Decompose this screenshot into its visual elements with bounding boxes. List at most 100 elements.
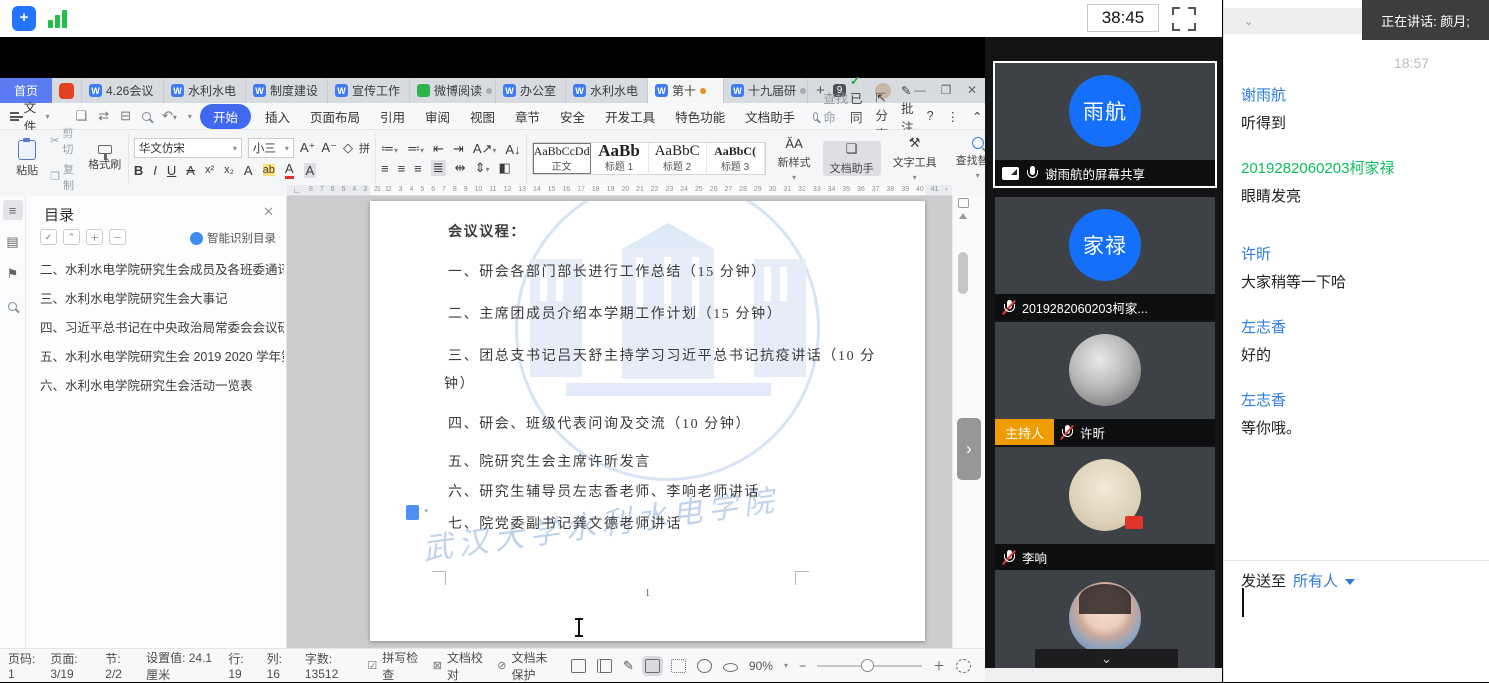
participant-tile-sharer[interactable]: 雨航 谢雨航的屏幕共享 <box>995 63 1215 186</box>
menu-features[interactable]: 特色功能 <box>665 107 735 126</box>
fullscreen-icon[interactable] <box>1172 7 1196 31</box>
zoom-in-button[interactable]: ＋ <box>933 657 945 674</box>
style-heading2[interactable]: AaBbC标题 2 <box>649 143 707 174</box>
strikethrough-icon[interactable]: A <box>186 163 195 178</box>
shrink-font-icon[interactable]: A⁻ <box>321 140 337 156</box>
participant-tile[interactable]: 家禄 2019282060203柯家... <box>995 197 1215 320</box>
menu-references[interactable]: 引用 <box>370 107 415 126</box>
menu-security[interactable]: 安全 <box>550 107 595 126</box>
participant-tile[interactable]: 李响 <box>995 447 1215 570</box>
text-effects-icon[interactable]: A <box>244 163 253 178</box>
message-sender[interactable]: 许昕 <box>1241 241 1481 269</box>
grow-font-icon[interactable]: A⁺ <box>300 140 316 156</box>
status-words[interactable]: 字数: 13512 <box>305 650 354 681</box>
cut-button[interactable]: ✂ 剪切 <box>50 125 82 157</box>
toc-pane-icon[interactable]: ≡ <box>3 200 23 220</box>
sort-icon[interactable]: A↓ <box>505 142 520 157</box>
horizontal-ruler[interactable]: ∟ 8 7 6 5 4 3 2 1 1 2 3 4 5 6 7 8 9 10 1… <box>287 185 952 196</box>
menu-doc-assistant[interactable]: 文档助手 <box>735 107 805 126</box>
shading-icon[interactable]: ◧ <box>498 160 510 176</box>
tab-bangongshi[interactable]: W办公室 <box>496 78 566 103</box>
close-icon[interactable]: ✕ <box>263 204 274 220</box>
char-shading-icon[interactable]: A <box>304 163 317 178</box>
menu-view[interactable]: 视图 <box>460 107 505 126</box>
proofread-label[interactable]: 文档校对 <box>447 649 483 683</box>
menu-devtools[interactable]: 开发工具 <box>595 107 665 126</box>
find-pane-icon[interactable] <box>3 296 23 316</box>
text-direction-icon[interactable]: A↗▾ <box>473 141 497 157</box>
pinyin-icon[interactable]: 拼 <box>359 140 370 156</box>
chat-messages[interactable]: 谢雨航 听得到 2019282060203柯家禄 眼睛发亮 许昕 大家稍等一下哈… <box>1241 82 1481 460</box>
paragraph-format-icon[interactable] <box>406 505 419 520</box>
message-sender[interactable]: 左志香 <box>1241 314 1481 342</box>
preview-icon[interactable] <box>142 109 151 124</box>
tab-426-meeting[interactable]: W4.26会议 <box>82 78 164 103</box>
menu-section[interactable]: 章节 <box>505 107 550 126</box>
message-sender[interactable]: 谢雨航 <box>1241 82 1481 110</box>
toc-item[interactable]: 六、水利水电学院研究生会活动一览表 <box>26 370 284 399</box>
save-icon[interactable]: ❏ <box>76 108 88 124</box>
expand-panel-chevron[interactable]: › <box>957 418 981 480</box>
document-page[interactable]: 武汉大学水利水电学院 会议议程： 一、研会各部门部长进行工作总结（15 分钟） … <box>370 201 925 641</box>
align-center-icon[interactable]: ≡ <box>398 161 406 176</box>
document-canvas[interactable]: 武汉大学水利水电学院 会议议程： 一、研会各部门部长进行工作总结（15 分钟） … <box>287 196 952 648</box>
toc-item[interactable]: 二、水利水电学院研究生会成员及各班委通讯录 <box>26 254 284 283</box>
help-button[interactable]: ? <box>927 109 934 123</box>
read-mode-icon[interactable] <box>597 659 612 673</box>
font-size-select[interactable]: 小三▾ <box>248 138 294 158</box>
protect-label[interactable]: 文档未保护 <box>512 649 558 683</box>
toc-check-icon[interactable]: ✓ <box>40 229 57 245</box>
toc-collapse-icon[interactable]: ⌃ <box>63 229 80 245</box>
bullets-icon[interactable]: ≔▾ <box>381 141 398 157</box>
toc-item[interactable]: 三、水利水电学院研究生会大事记 <box>26 283 284 312</box>
split-view-icon[interactable] <box>958 198 969 208</box>
collapse-ribbon-icon[interactable]: ⌃ <box>972 109 982 124</box>
zoom-level[interactable]: 90% <box>749 659 773 673</box>
style-heading3[interactable]: AaBbC(标题 3 <box>707 143 765 174</box>
menu-insert[interactable]: 插入 <box>255 107 300 126</box>
collapse-videos-button[interactable]: ⌄ <box>1035 649 1178 668</box>
line-spacing-icon[interactable]: ⇕▾ <box>475 160 490 176</box>
increase-indent-icon[interactable]: ⇥ <box>453 141 464 157</box>
decrease-indent-icon[interactable]: ⇤ <box>433 141 444 157</box>
undo-icon[interactable]: ↶▾ <box>162 108 177 124</box>
outline-view-icon[interactable] <box>671 659 686 673</box>
align-left-icon[interactable]: ≡ <box>381 161 389 176</box>
chevron-down-icon[interactable] <box>1345 579 1355 585</box>
message-sender[interactable]: 2019282060203柯家禄 <box>1241 155 1481 183</box>
bookmark-icon[interactable]: ⚑ <box>3 264 23 284</box>
font-name-select[interactable]: 华文仿宋▾ <box>134 138 242 158</box>
font-color-icon[interactable]: A <box>285 161 294 179</box>
zoom-slider[interactable] <box>817 665 922 667</box>
highlight-icon[interactable]: ab <box>263 164 275 176</box>
tab-shijiujie[interactable]: W十九届研 <box>724 78 808 103</box>
fit-page-icon[interactable] <box>956 659 971 673</box>
more-menu-icon[interactable]: ⋮ <box>947 109 960 124</box>
bold-icon[interactable]: B <box>134 163 143 178</box>
participant-tile-host[interactable]: 主持人 许昕 <box>995 322 1215 445</box>
tab-zhidu[interactable]: W制度建设 <box>246 78 328 103</box>
numbering-icon[interactable]: ≕▾ <box>407 141 424 157</box>
more-icon[interactable]: ▾ <box>188 112 192 121</box>
print-icon[interactable]: ⊟ <box>120 108 131 124</box>
chat-input[interactable] <box>1224 586 1489 682</box>
menu-review[interactable]: 审阅 <box>415 107 460 126</box>
justify-icon[interactable]: ≣ <box>431 160 446 176</box>
text-tool-button[interactable]: ⚒文字工具▾ <box>886 135 944 182</box>
distribute-icon[interactable]: ⇹ <box>455 160 466 176</box>
eye-protect-icon[interactable] <box>723 663 738 672</box>
tab-current-doc[interactable]: W第十 <box>648 78 724 103</box>
tab-weibo[interactable]: 微博阅读 <box>410 78 496 103</box>
toc-item[interactable]: 五、水利水电学院研究生会 2019 2020 学年第二学... <box>26 341 284 370</box>
tab-shuili-2[interactable]: W水利水电 <box>566 78 648 103</box>
toc-minus-icon[interactable]: － <box>109 229 126 245</box>
zoom-slider-knob[interactable] <box>861 659 874 672</box>
security-shield-icon[interactable]: + <box>12 6 36 31</box>
vertical-scrollbar[interactable] <box>958 252 968 294</box>
doc-assistant-button[interactable]: ❏文档助手 <box>823 141 881 176</box>
tab-xuanchuan[interactable]: W宣传工作 <box>328 78 410 103</box>
zoom-out-button[interactable]: − <box>799 659 806 673</box>
new-style-button[interactable]: ĂA新样式▾ <box>771 136 818 182</box>
web-layout-icon[interactable] <box>697 659 712 673</box>
underline-icon[interactable]: U <box>167 163 176 178</box>
